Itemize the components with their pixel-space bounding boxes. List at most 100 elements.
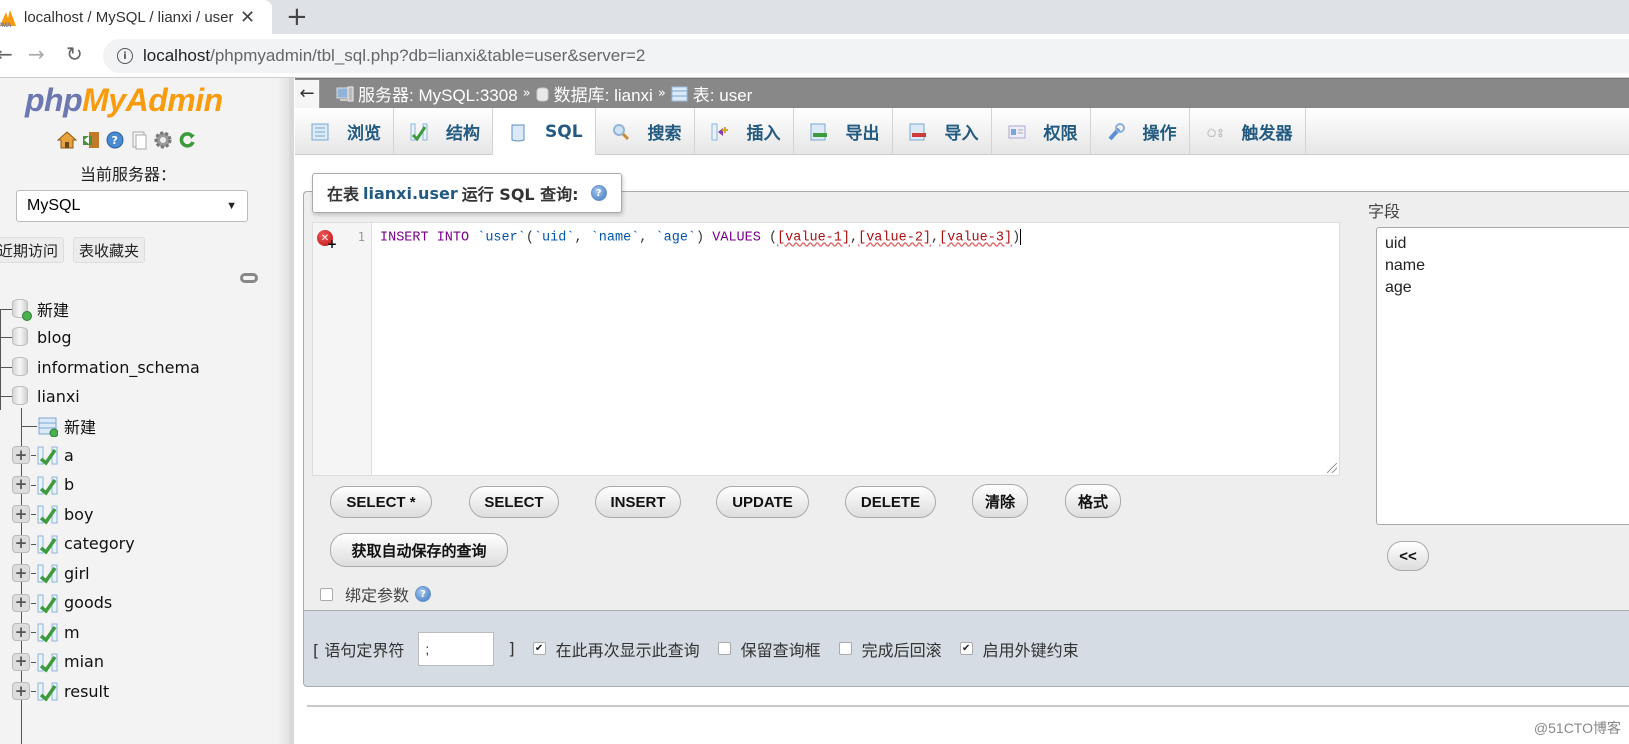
favorite-tables-tab[interactable]: 表收藏夹 (73, 237, 146, 263)
tab-export[interactable]: 导出 (794, 108, 893, 155)
url-text: localhost/phpmyadmin/tbl_sql.php?db=lian… (143, 46, 645, 66)
panel-divider[interactable] (290, 78, 294, 744)
field-option[interactable]: name (1385, 255, 1629, 277)
tree-database-information-schema[interactable]: information_schema (0, 353, 260, 381)
bind-parameters-checkbox[interactable] (320, 587, 333, 601)
browser-tab[interactable]: PMA localhost / MySQL / lianxi / user | … (0, 0, 272, 34)
help-icon[interactable]: ? (590, 185, 607, 201)
breadcrumb-server[interactable]: 服务器: MySQL:3308 (336, 81, 518, 106)
tab-operations[interactable]: 操作 (1091, 108, 1190, 155)
resize-handle[interactable] (1327, 463, 1337, 473)
expand-icon[interactable]: + (12, 682, 30, 700)
option-checkbox[interactable]: ✔ (532, 642, 546, 655)
site-info-icon[interactable]: i (117, 48, 133, 64)
recent-tables-tab[interactable]: 近期访问 (0, 237, 65, 263)
back-icon[interactable]: ← (0, 42, 13, 66)
tab-triggers[interactable]: ঃ8 触发器 (1190, 108, 1306, 155)
expand-icon[interactable]: + (12, 564, 30, 582)
tab-structure[interactable]: 结构 (394, 108, 493, 155)
query-option[interactable]: ✔ 在此再次显示此查询 (532, 637, 700, 661)
tab-label: 结构 (446, 124, 480, 144)
sql-editor[interactable]: ✕ 1 INSERT INTO `user`(`uid`, `name`, `a… (312, 222, 1340, 476)
nav-icon-bar: ? (56, 130, 197, 150)
expand-icon[interactable]: + (12, 446, 30, 464)
triggers-icon: ঃ8 (1206, 123, 1232, 141)
query-option[interactable]: ✔ 启用外键约束 (959, 637, 1079, 661)
delimiter-input[interactable]: ; (418, 631, 495, 666)
expand-icon[interactable]: + (12, 623, 30, 641)
navigation-panel: phpMyAdmin ? 当前服务器： MySQL ▼ 近期访问 表收藏夹 新建… (0, 78, 290, 744)
delimiter-label: [ 语句定界符 (313, 640, 405, 660)
tree-table-item[interactable]: + category (0, 530, 260, 558)
tab-import[interactable]: 导入 (893, 108, 992, 155)
sql-code[interactable]: INSERT INTO `user`(`uid`, `name`, `age`)… (380, 229, 1022, 246)
bind-parameters-option[interactable]: 绑定参数 ? (320, 582, 432, 606)
home-icon[interactable] (56, 130, 78, 150)
dropdown-arrow-icon: ▼ (226, 200, 237, 212)
tree-new-database[interactable]: 新建 (0, 295, 200, 323)
insert-button[interactable]: INSERT (595, 486, 681, 518)
breadcrumb-database[interactable]: 数据库: lianxi (536, 81, 653, 106)
tree-table-item[interactable]: + mian (0, 648, 260, 676)
delete-button[interactable]: DELETE (845, 486, 936, 518)
tree-table-item[interactable]: + girl (0, 559, 260, 587)
query-option[interactable]: 保留查询框 (717, 637, 821, 661)
field-option[interactable]: uid (1385, 233, 1629, 255)
field-option[interactable]: age (1385, 277, 1629, 299)
phpmyadmin-favicon-icon: PMA (0, 8, 16, 29)
tree-label: 新建 (64, 418, 97, 437)
get-autosaved-query-button[interactable]: 获取自动保存的查询 (330, 533, 508, 567)
select-button[interactable]: SELECT (469, 486, 559, 518)
settings-icon[interactable] (153, 130, 173, 150)
clear-button[interactable]: 清除 (972, 484, 1028, 518)
tree-database-lianxi[interactable]: lianxi (0, 382, 200, 410)
tree-table-item[interactable]: + result (0, 677, 260, 705)
current-server-label: 当前服务器： (80, 165, 177, 184)
phpmyadmin-logo[interactable]: phpMyAdmin (25, 82, 223, 119)
expand-icon[interactable]: + (12, 475, 30, 494)
tab-search[interactable]: 搜索 (596, 108, 695, 155)
expand-icon[interactable]: + (12, 505, 30, 523)
new-tab-button[interactable]: + (286, 2, 308, 32)
option-checkbox[interactable] (838, 642, 852, 655)
help-icon[interactable]: ? (415, 586, 432, 602)
expand-icon[interactable]: + (12, 593, 30, 612)
tree-database-blog[interactable]: blog (0, 323, 200, 351)
forward-icon[interactable]: → (28, 42, 45, 66)
format-button[interactable]: 格式 (1065, 484, 1121, 518)
tree-table-item[interactable]: + boy (0, 500, 260, 528)
tab-privileges[interactable]: 权限 (992, 108, 1091, 155)
documentation-icon[interactable] (129, 130, 149, 150)
tree-table-item[interactable]: + a (0, 441, 260, 469)
expand-icon[interactable]: + (12, 534, 30, 553)
reload-icon[interactable]: ↻ (66, 42, 83, 66)
fields-listbox[interactable]: uid name age (1376, 227, 1629, 525)
server-select[interactable]: MySQL ▼ (16, 190, 248, 222)
breadcrumb-table[interactable]: 表: user (671, 81, 752, 106)
sql-identifier: `name` (590, 230, 640, 246)
option-checkbox[interactable]: ✔ (959, 642, 973, 655)
tree-table-item[interactable]: + b (0, 471, 260, 499)
reload-navigation-icon[interactable] (177, 130, 197, 150)
tab-insert[interactable]: 插入 (695, 108, 794, 155)
tree-table-item[interactable]: + m (0, 618, 260, 646)
tree-table-item[interactable]: + goods (0, 589, 260, 617)
tab-sql[interactable]: SQL (493, 108, 596, 155)
select-star-button[interactable]: SELECT * (330, 486, 432, 518)
tree-new-table[interactable]: 新建 (0, 412, 200, 440)
tree-label: mian (64, 652, 104, 671)
help-icon[interactable]: ? (105, 130, 125, 150)
syntax-error-icon[interactable]: ✕ (317, 230, 337, 251)
breadcrumb-database-label: 数据库: lianxi (553, 86, 653, 105)
link-with-main-panel-icon[interactable] (240, 273, 258, 283)
address-bar[interactable]: i localhost/phpmyadmin/tbl_sql.php?db=li… (103, 39, 1629, 73)
expand-icon[interactable]: + (12, 652, 30, 671)
query-option[interactable]: 完成后回滚 (838, 637, 942, 661)
option-checkbox[interactable] (717, 642, 731, 655)
tab-browse[interactable]: 浏览 (295, 108, 394, 155)
close-tab-icon[interactable]: ✕ (240, 7, 255, 28)
collapse-navigation-button[interactable]: ← (295, 79, 320, 108)
logout-icon[interactable] (81, 130, 101, 150)
update-button[interactable]: UPDATE (716, 486, 809, 518)
insert-field-button[interactable]: << (1387, 541, 1429, 571)
